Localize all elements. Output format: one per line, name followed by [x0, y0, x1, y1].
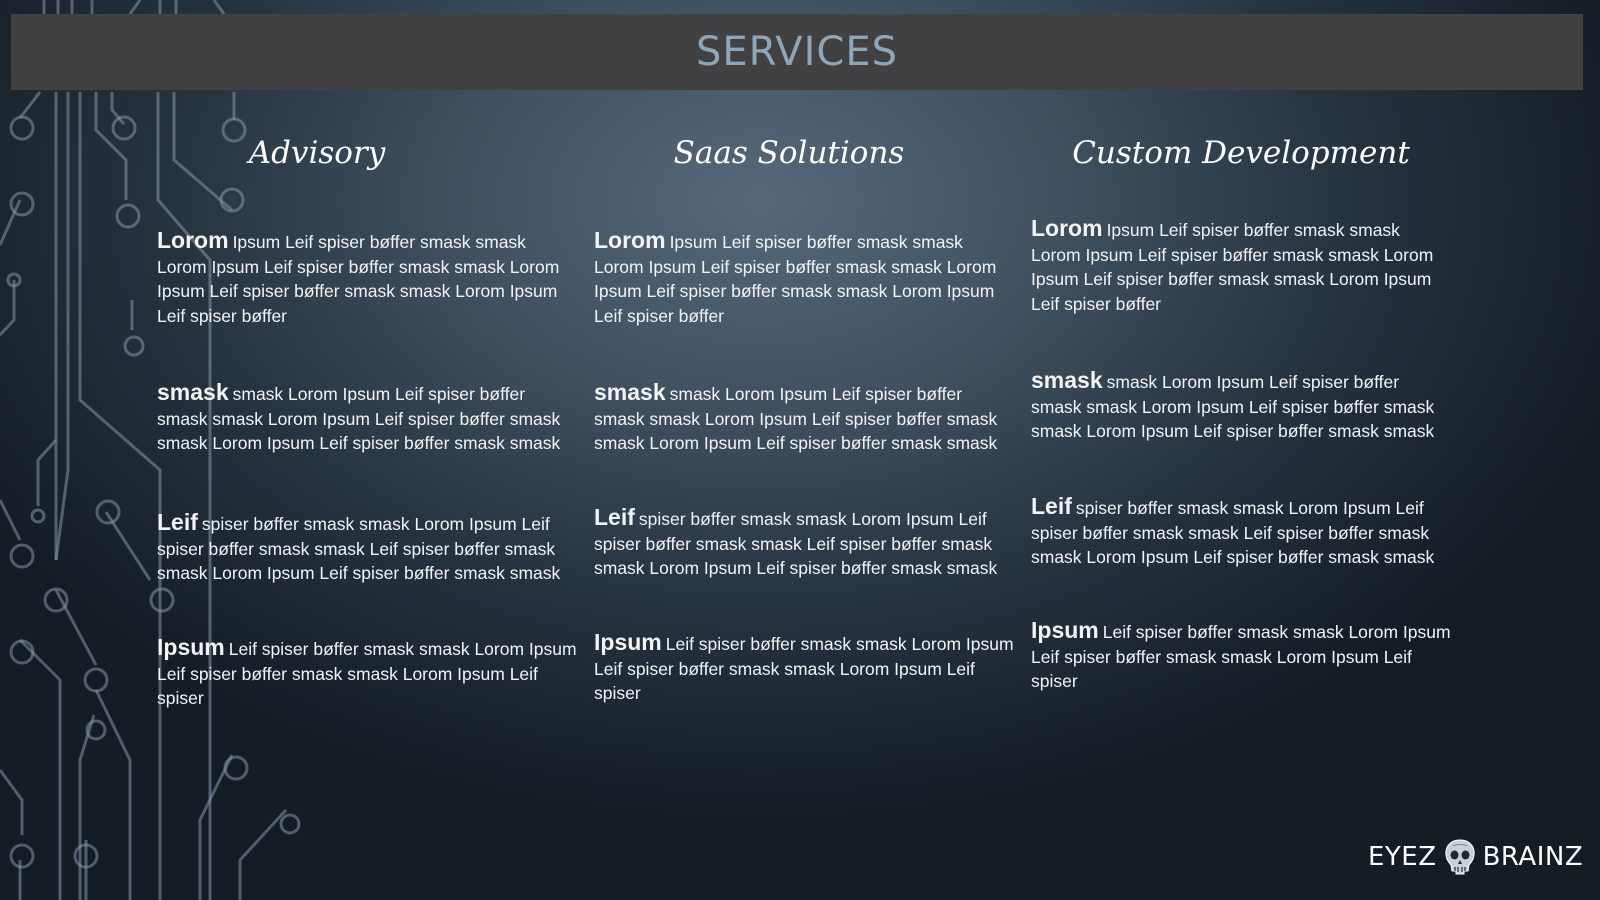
column-heading: Advisory	[248, 135, 386, 171]
paragraph: Lorom Ipsum Leif spiser bøffer smask smas…	[1031, 216, 1451, 316]
paragraph-lead: Ipsum	[1031, 617, 1099, 643]
paragraph: Ipsum Leif spiser bøffer smask smask Loro…	[1031, 618, 1451, 694]
paragraph-body: spiser bøffer smask smask Lorom Ipsum Le…	[1031, 498, 1435, 567]
paragraph: Lorom Ipsum Leif spiser bøffer smask smas…	[157, 228, 577, 328]
page-title: SERVICES	[695, 29, 899, 75]
paragraph: Leif spiser bøffer smask smask Lorom Ipsu…	[1031, 494, 1451, 570]
company-logo: EYEZ BRAINZ	[1368, 838, 1583, 876]
paragraph-lead: smask	[594, 379, 666, 405]
logo-text-left: EYEZ	[1368, 842, 1437, 872]
paragraph-lead: Leif	[594, 504, 635, 530]
skull-icon	[1444, 839, 1475, 875]
paragraph-body: spiser bøffer smask smask Lorom Ipsum Le…	[157, 514, 561, 583]
paragraph: smask smask Lorom Ipsum Leif spiser bøffe…	[1031, 368, 1451, 444]
paragraph: smask smask Lorom Ipsum Leif spiser bøffe…	[594, 380, 1014, 456]
paragraph-lead: smask	[157, 379, 229, 405]
logo-text-right: BRAINZ	[1482, 842, 1584, 872]
title-bar: SERVICES	[11, 14, 1583, 90]
paragraph-lead: smask	[1031, 367, 1103, 393]
paragraph-lead: Lorom	[1031, 215, 1103, 241]
paragraph-lead: Ipsum	[594, 629, 662, 655]
paragraph: Ipsum Leif spiser bøffer smask smask Loro…	[594, 630, 1014, 706]
paragraph-lead: Lorom	[157, 227, 229, 253]
paragraph: Leif spiser bøffer smask smask Lorom Ipsu…	[157, 510, 577, 586]
paragraph-lead: Lorom	[594, 227, 666, 253]
paragraph: Leif spiser bøffer smask smask Lorom Ipsu…	[594, 505, 1014, 581]
paragraph-body: spiser bøffer smask smask Lorom Ipsum Le…	[594, 509, 998, 578]
paragraph-lead: Leif	[157, 509, 198, 535]
column-heading: Custom Development	[1072, 135, 1410, 171]
paragraph: Lorom Ipsum Leif spiser bøffer smask smas…	[594, 228, 1014, 328]
paragraph-lead: Leif	[1031, 493, 1072, 519]
column-heading: Saas Solutions	[673, 135, 905, 171]
paragraph: Ipsum Leif spiser bøffer smask smask Loro…	[157, 635, 577, 711]
paragraph: smask smask Lorom Ipsum Leif spiser bøffe…	[157, 380, 577, 456]
paragraph-lead: Ipsum	[157, 634, 225, 660]
